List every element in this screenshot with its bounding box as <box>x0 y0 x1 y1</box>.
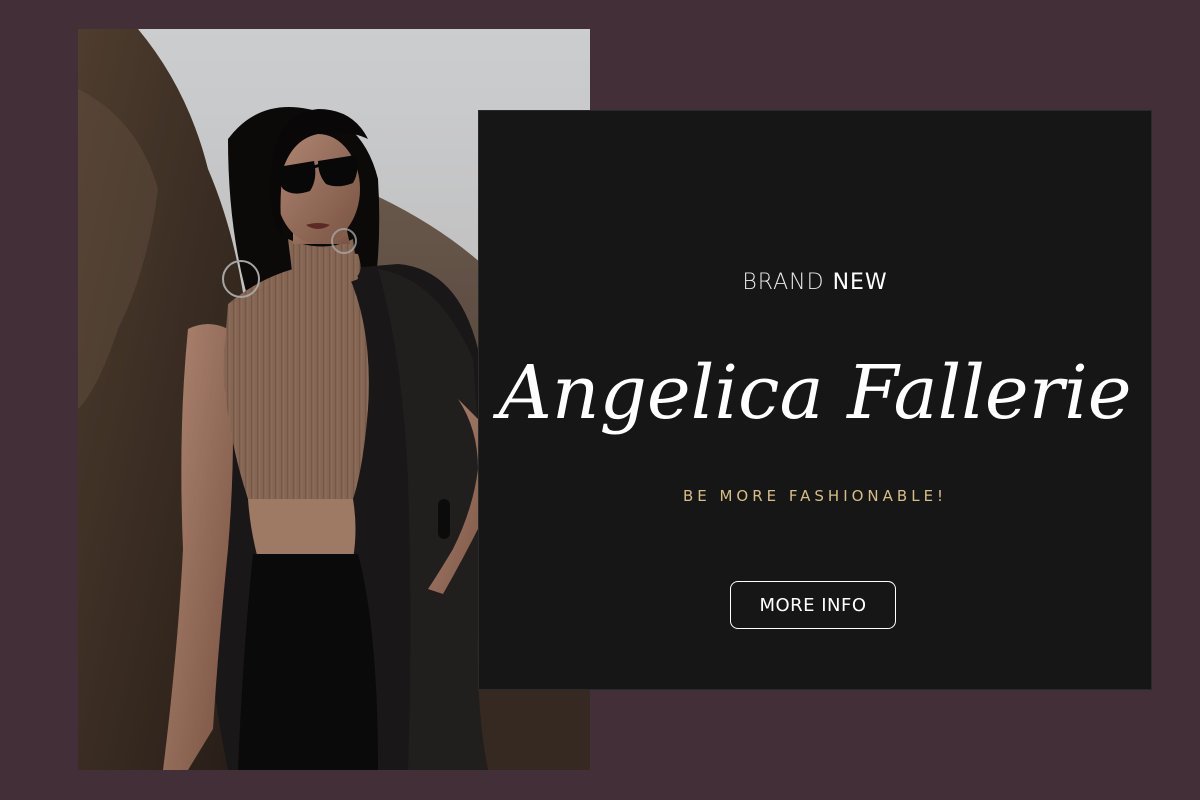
script-title-text: Angelica Fallerie <box>492 350 1131 436</box>
kicker-word-brand: BRAND <box>742 270 825 295</box>
more-info-button[interactable]: MORE INFO <box>730 581 896 629</box>
tagline: BE MORE FASHIONABLE! <box>682 487 948 505</box>
script-title: Angelica Fallerie <box>479 320 1151 480</box>
brand-new-heading: BRAND NEW <box>479 270 1151 295</box>
promo-canvas: BRAND NEW Angelica Fallerie BE MORE FASH… <box>0 0 1200 800</box>
kicker-word-new: NEW <box>832 270 888 295</box>
